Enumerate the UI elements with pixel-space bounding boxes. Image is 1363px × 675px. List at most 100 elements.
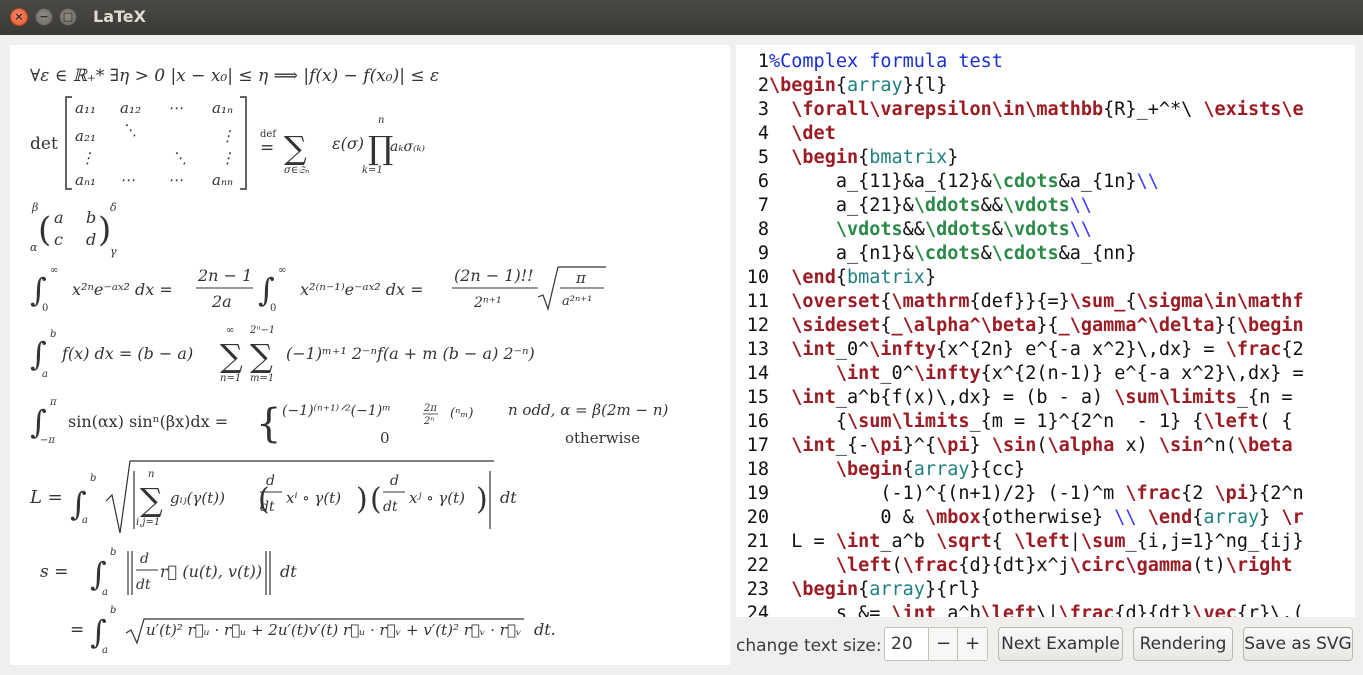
- code-line[interactable]: 3 \forall\varepsilon\in\mathbb{R}_+^*\ \…: [736, 98, 1304, 122]
- code-line[interactable]: 1%Complex formula test: [736, 50, 1003, 74]
- code-token: }^{: [902, 435, 937, 456]
- code-line[interactable]: 14 \int_0^\infty{x^{2(n-1)} e^{-a x^2}\,…: [736, 362, 1304, 386]
- code-token: \circ\gamma: [1069, 555, 1193, 576]
- sideset-label: α: [30, 241, 38, 254]
- deriv-term-1: xⁱ ∘ γ(t): [286, 489, 341, 507]
- paren-left: (: [370, 482, 382, 517]
- code-token: }{l}: [902, 75, 948, 96]
- close-icon: ×: [14, 10, 24, 23]
- product-upper-limit: n: [378, 115, 384, 126]
- code-line[interactable]: 5 \begin{bmatrix}: [736, 146, 959, 170]
- code-token: \|: [1036, 603, 1059, 617]
- close-window-button[interactable]: ×: [10, 8, 28, 26]
- rendered-formula-panel: ∀ε ∈ ℝ₊* ∃η > 0 |x − x₀| ≤ η ⟹ |f(x) − f…: [10, 45, 730, 665]
- text-size-spinbox[interactable]: − +: [884, 627, 988, 661]
- deriv-num: d: [390, 473, 399, 489]
- sum-upper-limit: 2ⁿ−1: [249, 325, 275, 336]
- code-line[interactable]: 16 {\sum\limits_{m = 1}^{2^n - 1} {\left…: [736, 410, 1293, 434]
- frac2-denominator: 2ⁿ⁺¹: [473, 295, 502, 311]
- line-number: 10: [746, 267, 769, 288]
- code-line[interactable]: 9 a_{n1}&\cdots&\cdots&a_{nn}: [736, 242, 1137, 266]
- deriv-den: dt: [383, 499, 398, 515]
- code-token: }{: [1036, 315, 1059, 336]
- code-token: \infty: [913, 363, 981, 384]
- code-line[interactable]: 8 \vdots&&\ddots&\vdots\\: [736, 218, 1092, 242]
- sum-upper-limit: n: [148, 469, 154, 480]
- line-number: 20: [746, 507, 769, 528]
- code-line[interactable]: 11 \overset{\mathrm{def}}{=}\sum_{\sigma…: [736, 290, 1304, 314]
- code-line[interactable]: 6 a_{11}&a_{12}&\cdots&a_{1n}\\: [736, 170, 1159, 194]
- code-line[interactable]: 18 \begin{array}{cc}: [736, 458, 1025, 482]
- code-line[interactable]: 7 a_{21}&\ddots&&\vdots\\: [736, 194, 1092, 218]
- window-title: LaTeX: [93, 7, 146, 26]
- code-token: \begin: [791, 147, 859, 168]
- code-token: a_{21}&: [769, 195, 914, 216]
- line-number: 4: [757, 123, 769, 144]
- line-number: 14: [746, 363, 769, 384]
- metric-term: gᵢⱼ(γ(t)): [170, 489, 225, 507]
- matrix-right-bracket: [240, 96, 247, 190]
- code-line[interactable]: 19 (-1)^{(n+1)/2} (-1)^m \frac{2 \pi}{2^…: [736, 482, 1304, 506]
- increase-size-button[interactable]: +: [957, 628, 987, 660]
- code-line[interactable]: 24 s &= \int_a^b\left\|\frac{d}{dt}\vec{…: [736, 602, 1304, 617]
- sqrt-denominator: a²ⁿ⁺¹: [562, 294, 592, 309]
- code-token: {x^{2n} e^{-a x^2}\,dx} =: [936, 339, 1226, 360]
- code-token: \mbox: [924, 507, 981, 528]
- code-line[interactable]: 12 \sideset{_\alpha^\beta}{_\gamma^\delt…: [736, 314, 1304, 338]
- minimize-window-button[interactable]: −: [35, 8, 53, 26]
- integral-lower-limit: a: [42, 369, 48, 380]
- next-example-button[interactable]: Next Example: [998, 627, 1123, 661]
- code-token: a_{11}&a_{12}&: [769, 171, 992, 192]
- code-token: _\alpha^\beta: [891, 315, 1037, 336]
- frac2-numerator: (2n − 1)!!: [454, 266, 534, 285]
- code-token: {: [835, 75, 847, 96]
- code-line[interactable]: 17 \int_{-\pi}^{\pi} \sin(\alpha x) \sin…: [736, 434, 1293, 458]
- line-number: 22: [746, 555, 769, 576]
- code-line[interactable]: 21 L = \int_a^b \sqrt{ \left|\sum_{i,j=1…: [736, 530, 1304, 554]
- line-number: 9: [757, 243, 769, 264]
- code-line[interactable]: 23 \begin{array}{rl}: [736, 578, 981, 602]
- maximize-window-button[interactable]: □: [59, 8, 77, 26]
- integral-lower-limit: 0: [42, 303, 48, 314]
- code-line[interactable]: 22 \left(\frac{d}{dt}x^j\circ\gamma(t)\r…: [736, 554, 1293, 578]
- line-number: 13: [746, 339, 769, 360]
- decrease-size-button[interactable]: −: [928, 628, 958, 660]
- code-token: {d}{dt}x^j: [958, 555, 1070, 576]
- code-token: array: [1203, 507, 1260, 528]
- code-token: \vdots: [835, 219, 903, 240]
- integral-symbol: ∫: [30, 335, 47, 373]
- code-line[interactable]: 20 0 & \mbox{otherwise} \\ \end{array} \…: [736, 506, 1304, 530]
- code-line[interactable]: 4 \det: [736, 122, 836, 146]
- code-token: ( {: [1259, 411, 1293, 432]
- save-as-svg-button[interactable]: Save as SVG: [1243, 627, 1353, 661]
- matrix-cell: a₁₁: [75, 99, 96, 117]
- code-token: \int: [791, 387, 836, 408]
- code-token: \pi: [869, 435, 903, 456]
- rendering-button[interactable]: Rendering: [1133, 627, 1233, 661]
- code-line[interactable]: 15 \int_a^b{f(x)\,dx} = (b - a) \sum\lim…: [736, 386, 1293, 410]
- code-token: &a_{1n}: [1058, 171, 1137, 192]
- sum-lower-limit: i,j=1: [136, 517, 160, 528]
- code-token: \left: [1203, 411, 1260, 432]
- latex-code-editor[interactable]: 1%Complex formula test 2\begin{array}{l} 3…: [736, 45, 1355, 617]
- code-line[interactable]: 2\begin{array}{l}: [736, 74, 947, 98]
- code-token: {: [991, 531, 1015, 552]
- code-token: \sum\limits: [846, 411, 970, 432]
- text-size-input[interactable]: [885, 628, 928, 660]
- code-token: \vec: [1192, 603, 1237, 617]
- sum-lower-limit: σ∈𝔖ₙ: [284, 165, 309, 176]
- code-token: \exists\e: [1203, 99, 1304, 120]
- paren-right: ): [98, 210, 111, 250]
- code-line[interactable]: 13 \int_0^\infty{x^{2n} e^{-a x^2}\,dx} …: [736, 338, 1304, 362]
- code-token: &a_{nn}: [1058, 243, 1137, 264]
- code-line[interactable]: 10 \end{bmatrix}: [736, 266, 936, 290]
- code-token: \sin: [991, 435, 1037, 456]
- frac1-numerator: 2n − 1: [197, 266, 252, 285]
- code-token: \ddots: [924, 219, 992, 240]
- code-token: }: [1259, 507, 1282, 528]
- l-equals: L =: [29, 487, 63, 508]
